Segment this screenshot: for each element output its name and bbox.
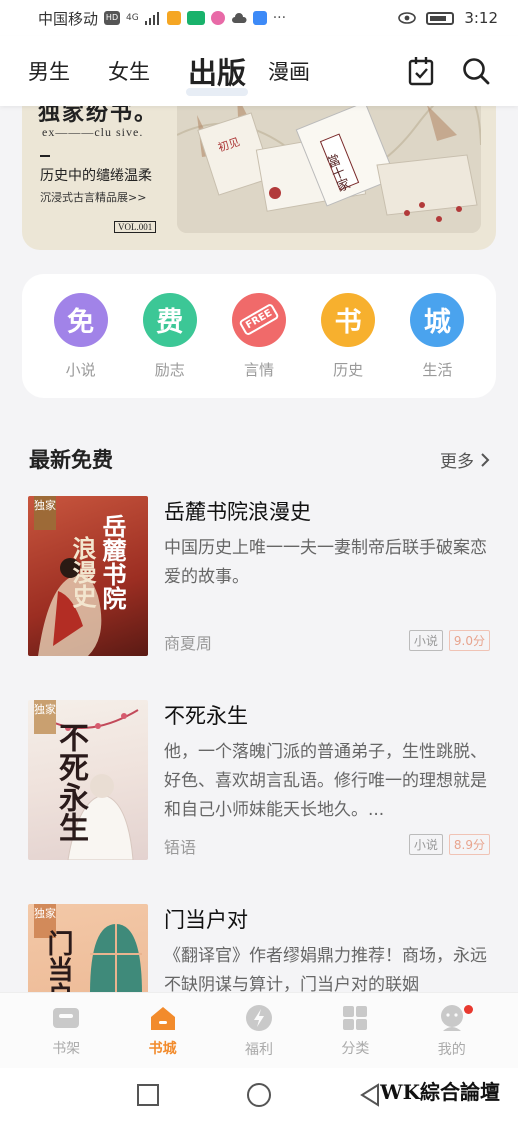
category-label: 言情 (243, 360, 274, 379)
hd-icon: HD (104, 11, 121, 25)
bulb-app-icon (252, 11, 267, 25)
grid-icon (343, 1005, 368, 1030)
category-label: 励志 (154, 360, 185, 379)
tab-profile[interactable]: 我的 (417, 1003, 487, 1059)
top-nav: 男生 女生 出版 漫画 (0, 36, 518, 106)
category-life[interactable]: 城 生活 (405, 292, 469, 380)
battery-icon (426, 11, 455, 25)
book-cover: 独家 岳麓书院 浪漫史 (28, 496, 148, 656)
lightning-icon (245, 1004, 272, 1031)
category-history[interactable]: 书 历史 (316, 292, 380, 380)
book-description: 《翻译官》作者缪娟鼎力推荐！商场，永远不缺阴谋与算计，门当户对的联姻 (164, 946, 487, 992)
book-badge-icon: 书 (321, 292, 376, 347)
notification-dot (463, 1004, 473, 1014)
category-label: 小说 (65, 360, 96, 379)
more-link[interactable]: 更多 (440, 447, 490, 472)
eye-icon (398, 12, 417, 24)
book-title: 岳麓书院浪漫史 (164, 500, 311, 524)
banner-tagline: 沉浸式古言精品展>> (40, 191, 147, 204)
chevron-right-icon (481, 452, 490, 467)
tab-bookshelf[interactable]: 书架 (31, 1004, 101, 1058)
free-tag-icon: FREE (231, 292, 286, 347)
book-description: 中国历史上唯一一夫一妻制帝后联手破案恋爱的故事。 (164, 538, 487, 587)
banner-volume: VOL.001 (114, 221, 157, 233)
cover-title: 不死永生 (53, 722, 88, 842)
home-button-icon[interactable] (246, 1082, 272, 1108)
calendar-check-icon[interactable] (408, 56, 434, 86)
tab-label: 我的 (437, 1041, 466, 1058)
genre-tag: 小说 (408, 834, 443, 855)
tab-label: 书城 (148, 1040, 177, 1057)
cover-title: 门当户对 (43, 930, 73, 992)
search-icon[interactable] (462, 57, 490, 85)
boss-app-icon (186, 11, 205, 25)
app-icon (210, 11, 225, 25)
back-icon[interactable] (358, 1083, 382, 1107)
tab-male[interactable]: 男生 (28, 56, 70, 86)
category-label: 历史 (333, 360, 364, 379)
tab-welfare[interactable]: 福利 (224, 1003, 294, 1059)
promo-banner[interactable]: 独家纷书。 ex———clu sive. 历史中的缱绻温柔 沉浸式古言精品展>>… (22, 95, 496, 250)
signal-icon (144, 11, 159, 25)
category-label: 生活 (422, 360, 453, 379)
section-title: 最新免费 (29, 448, 113, 472)
category-novel[interactable]: 免 小说 (49, 292, 113, 380)
tab-comics[interactable]: 漫画 (268, 56, 310, 86)
bookshelf-icon (53, 1007, 80, 1028)
banner-subtitle-en: ex———clu sive. (42, 125, 144, 139)
book-title: 门当户对 (164, 908, 248, 932)
tab-female[interactable]: 女生 (108, 56, 150, 86)
recents-icon[interactable] (136, 1083, 160, 1107)
network-label: 4G (126, 12, 139, 23)
book-item[interactable]: 独家 不死永生 不死永生 他，一个落魄门派的普通弟子，生性跳脱、好色、喜欢胡言乱… (28, 700, 490, 860)
city-badge-icon: 城 (410, 292, 465, 347)
tab-label: 福利 (244, 1041, 273, 1058)
mail-icon (166, 11, 181, 25)
banner-headline: 历史中的缱绻温柔 (40, 168, 152, 184)
category-card: 免 小说 费 励志 FREE 言情 书 历史 城 生活 (22, 274, 496, 398)
banner-dash (40, 155, 50, 157)
profile-icon (440, 1004, 463, 1031)
book-cover: 独家 门当户对 (28, 904, 148, 992)
category-inspiration[interactable]: 费 励志 (138, 292, 202, 380)
tab-category[interactable]: 分类 (320, 1004, 390, 1058)
clock: 3:12 (464, 9, 498, 27)
fee-badge-icon: 费 (142, 292, 197, 347)
free-badge-icon: 免 (53, 292, 108, 347)
tab-bookstore[interactable]: 书城 (128, 1004, 198, 1058)
status-bar: 中国移动 HD 4G ··· 3:12 (0, 0, 518, 36)
carrier-label: 中国移动 (38, 9, 99, 28)
tab-publishing[interactable]: 出版 (185, 50, 249, 96)
bottom-tab-bar: 书架 书城 福利 分类 我的 (0, 992, 518, 1068)
cover-subtitle: 浪漫史 (68, 536, 97, 608)
book-item[interactable]: 独家 岳麓书院 浪漫史 岳麓书院浪漫史 中国历史上唯一一夫一妻制帝后联手破案恋爱… (28, 496, 490, 656)
tab-label: 分类 (341, 1040, 370, 1057)
book-author: 铻语 (164, 838, 197, 857)
more-label: 更多 (440, 452, 474, 472)
tab-label: 书架 (52, 1040, 81, 1057)
book-cover: 独家 不死永生 (28, 700, 148, 860)
book-author: 商夏周 (164, 634, 213, 653)
watermark: WK綜合論壇 (380, 1080, 500, 1104)
book-description: 他，一个落魄门派的普通弟子，生性跳脱、好色、喜欢胡言乱语。修行唯一的理想就是和自… (164, 742, 487, 820)
cloud-icon (231, 13, 247, 23)
rating-tag: 8.9分 (448, 834, 490, 855)
home-icon (150, 1006, 175, 1030)
genre-tag: 小说 (408, 630, 443, 651)
more-notifications-icon: ··· (272, 10, 287, 26)
banner-illustration: 初见 當十家 (177, 95, 481, 233)
rating-tag: 9.0分 (448, 630, 490, 651)
book-item[interactable]: 独家 门当户对 门当户对 《翻译官》作者缪娟鼎力推荐！商场，永远不缺阴谋与算计，… (28, 904, 490, 992)
cover-title: 岳麓书院 (98, 514, 127, 610)
banner-artwork: 初见 當十家 (177, 95, 481, 233)
book-title: 不死永生 (164, 704, 248, 728)
exclusive-badge: 独家 (34, 496, 56, 530)
category-romance[interactable]: FREE 言情 (227, 292, 291, 380)
